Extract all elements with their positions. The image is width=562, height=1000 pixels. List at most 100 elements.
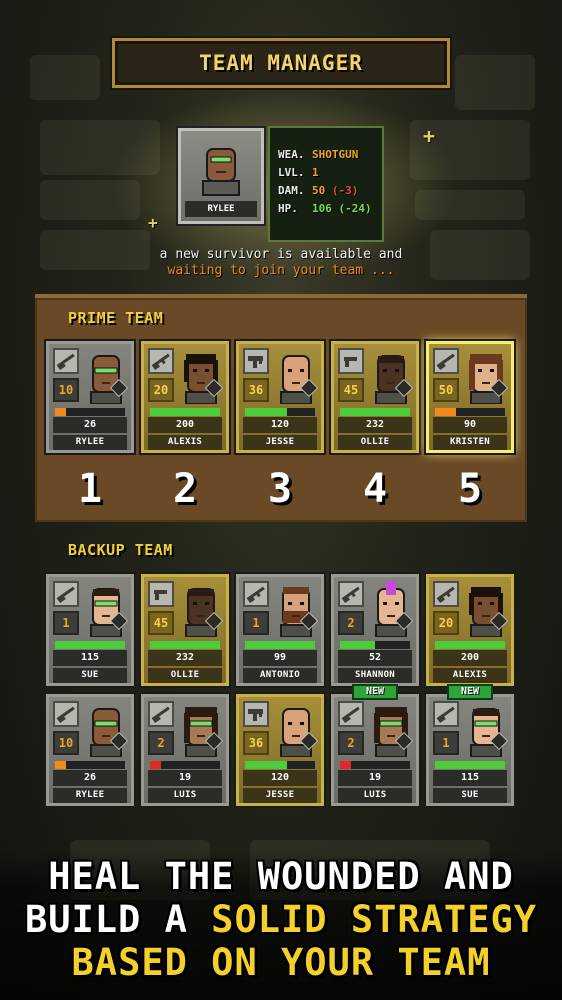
- survivor-name: RYLEE: [53, 435, 127, 450]
- survivor-card[interactable]: 1 99 ANTONIO: [236, 574, 324, 686]
- health-bar: [55, 641, 125, 649]
- rifle-icon: [433, 581, 459, 607]
- survivor-portrait-icon: [81, 348, 131, 405]
- survivor-portrait-icon: [271, 701, 321, 758]
- survivor-portrait-icon: [271, 348, 321, 405]
- health-bar: [150, 641, 220, 649]
- prime-team-title: PRIME TEAM: [68, 309, 164, 327]
- survivor-card[interactable]: 20 200 ALEXIS: [141, 341, 229, 453]
- survivor-card[interactable]: 50 90 KRISTEN: [426, 341, 514, 453]
- survivor-card[interactable]: 1 115 SUE: [426, 694, 514, 806]
- level-badge: 10: [53, 378, 79, 402]
- level-badge: 1: [53, 611, 79, 635]
- rifle-icon: [243, 581, 269, 607]
- health-value: 26: [53, 417, 127, 433]
- health-bar: [150, 408, 220, 416]
- health-value: 26: [53, 770, 127, 786]
- survivor-name: KRISTEN: [433, 435, 507, 450]
- survivor-card[interactable]: 45 232 OLLIE: [141, 574, 229, 686]
- survivor-name: RYLEE: [53, 788, 127, 803]
- banner-line2: BUILD A SOLID STRATEGY: [24, 898, 538, 941]
- uzi-icon: [243, 348, 269, 374]
- health-bar-fill: [245, 641, 315, 649]
- sparkle-icon: +: [148, 213, 158, 232]
- title-frame: TEAM MANAGER: [112, 38, 450, 88]
- level-badge: 36: [243, 378, 269, 402]
- survivor-card[interactable]: 45 232 OLLIE: [331, 341, 419, 453]
- survivor-portrait-icon: [461, 701, 511, 758]
- survivor-name: RYLEE: [185, 201, 257, 217]
- new-survivor-card[interactable]: RYLEE: [178, 128, 264, 224]
- health-value: 120: [243, 770, 317, 786]
- shotgun-icon: [433, 701, 459, 727]
- health-bar-fill: [55, 641, 125, 649]
- level-badge: 20: [148, 378, 174, 402]
- health-bar-fill: [340, 641, 375, 649]
- shotgun-icon: [338, 701, 364, 727]
- survivor-message-line1: a new survivor is available and: [159, 247, 403, 262]
- survivor-portrait-icon: [176, 348, 226, 405]
- survivor-portrait-icon: [81, 701, 131, 758]
- survivor-card[interactable]: 2 52 SHANNON: [331, 574, 419, 686]
- stat-level: LVL. 1: [278, 166, 319, 179]
- health-bar-fill: [150, 408, 220, 416]
- slot-number: 4: [362, 466, 388, 512]
- survivor-card[interactable]: 36 120 JESSE: [236, 341, 324, 453]
- survivor-stats-panel: WEA. SHOTGUN LVL. 1 DAM. 50 (-3) HP. 106 (-2…: [268, 126, 384, 242]
- survivor-card[interactable]: 2 19 LUIS: [141, 694, 229, 806]
- team-manager-screen: TEAM MANAGER + + RYLEE WEA. SHOTGUN LVL. 1…: [0, 0, 562, 1000]
- survivor-name: JESSE: [243, 435, 317, 450]
- survivor-card[interactable]: 10 26 RYLEE: [46, 694, 134, 806]
- health-bar-fill: [55, 408, 66, 416]
- health-bar: [245, 641, 315, 649]
- health-value: 120: [243, 417, 317, 433]
- shotgun-icon: [148, 701, 174, 727]
- uzi-icon: [243, 701, 269, 727]
- survivor-card[interactable]: 10 26 RYLEE: [46, 341, 134, 453]
- health-bar: [340, 408, 410, 416]
- health-bar: [245, 761, 315, 769]
- health-bar: [55, 408, 125, 416]
- rifle-icon: [338, 581, 364, 607]
- survivor-portrait-icon: [176, 581, 226, 638]
- level-badge: 1: [433, 731, 459, 755]
- level-badge: 45: [148, 611, 174, 635]
- health-bar: [55, 761, 125, 769]
- survivor-card[interactable]: 1 115 SUE: [46, 574, 134, 686]
- survivor-name: OLLIE: [338, 435, 412, 450]
- survivor-card[interactable]: 36 120 JESSE: [236, 694, 324, 806]
- health-value: 232: [338, 417, 412, 433]
- health-bar-fill: [150, 761, 161, 769]
- slot-number: 2: [172, 466, 198, 512]
- survivor-name: SUE: [53, 668, 127, 683]
- health-bar: [150, 761, 220, 769]
- health-bar: [435, 641, 505, 649]
- health-value: 52: [338, 650, 412, 666]
- level-badge: 2: [338, 731, 364, 755]
- health-value: 90: [433, 417, 507, 433]
- banner-line3: BASED ON YOUR TEAM: [71, 941, 491, 984]
- health-bar-fill: [245, 761, 287, 769]
- stat-hp: HP. 106 (-24): [278, 202, 372, 215]
- health-bar: [435, 761, 505, 769]
- health-bar-fill: [245, 408, 287, 416]
- new-badge: NEW: [447, 684, 493, 700]
- shotgun-icon: [53, 581, 79, 607]
- survivor-portrait-icon: [176, 701, 226, 758]
- shotgun-icon: [53, 701, 79, 727]
- level-badge: 2: [338, 611, 364, 635]
- health-bar-fill: [150, 641, 220, 649]
- survivor-card[interactable]: 20 200 ALEXIS: [426, 574, 514, 686]
- survivor-name: ALEXIS: [148, 435, 222, 450]
- level-badge: 36: [243, 731, 269, 755]
- health-value: 99: [243, 650, 317, 666]
- health-bar-fill: [340, 408, 410, 416]
- survivor-name: ALEXIS: [433, 668, 507, 683]
- slot-number: 5: [457, 466, 483, 512]
- stat-damage: DAM. 50 (-3): [278, 184, 359, 197]
- survivor-name: LUIS: [338, 788, 412, 803]
- survivor-card[interactable]: 2 19 LUIS: [331, 694, 419, 806]
- survivor-portrait-icon: [461, 348, 511, 405]
- health-bar-fill: [435, 641, 505, 649]
- survivor-portrait-icon: [202, 148, 240, 196]
